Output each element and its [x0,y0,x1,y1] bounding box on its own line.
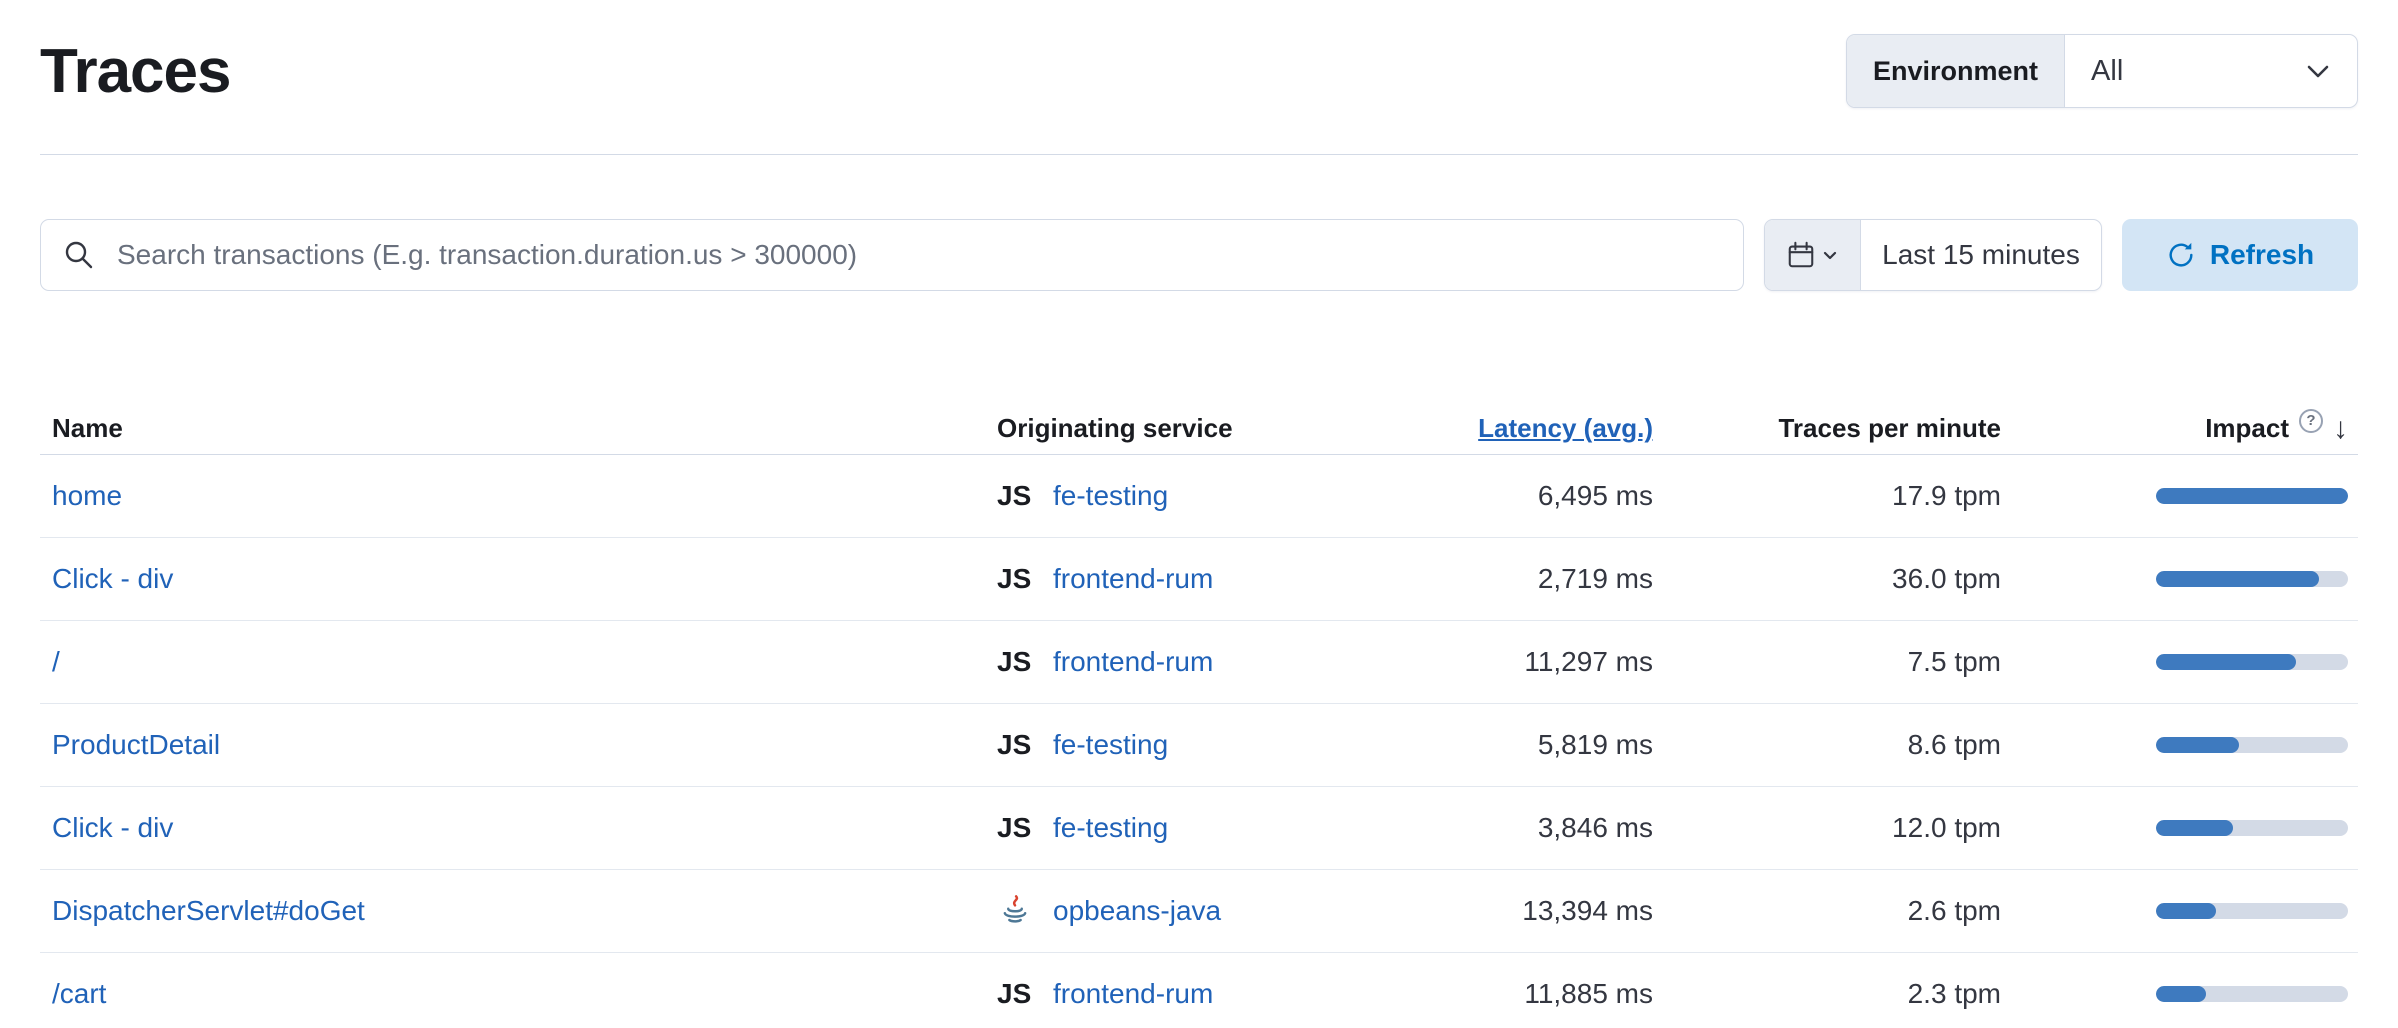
query-bar: Last 15 minutes Refresh [40,219,2358,291]
header-impact-label: Impact [2205,413,2289,444]
search-input[interactable] [40,219,1744,291]
traces-table: Name Originating service Latency (avg.) … [40,403,2358,1028]
table-row: home JS fe-testing 6,495 ms 17.9 tpm [40,455,2358,538]
latency-value: 2,719 ms [1405,563,1653,595]
tpm-value: 7.5 tpm [1653,646,2001,678]
refresh-icon [2166,240,2196,270]
javascript-agent-icon: JS [997,646,1037,678]
transaction-link[interactable]: ProductDetail [52,729,220,760]
table-row: Click - div JS frontend-rum 2,719 ms 36.… [40,538,2358,621]
tpm-value: 12.0 tpm [1653,812,2001,844]
table-row: DispatcherServlet#doGet opbeans-java 13,… [40,870,2358,953]
header-impact[interactable]: Impact ? ↓ [2001,412,2358,446]
latency-value: 5,819 ms [1405,729,1653,761]
date-quick-select-button[interactable] [1765,220,1861,290]
date-range-value[interactable]: Last 15 minutes [1861,220,2101,290]
search-icon [62,238,96,272]
java-icon [997,893,1037,929]
latency-value: 6,495 ms [1405,480,1653,512]
transaction-link[interactable]: /cart [52,978,106,1009]
table-row: ProductDetail JS fe-testing 5,819 ms 8.6… [40,704,2358,787]
page-header: Traces Environment All [40,0,2358,108]
table-row: / JS frontend-rum 11,297 ms 7.5 tpm [40,621,2358,704]
date-picker: Last 15 minutes [1764,219,2102,291]
impact-bar [2156,488,2348,504]
calendar-icon [1786,240,1816,270]
impact-bar [2156,654,2348,670]
service-link[interactable]: fe-testing [1053,812,1168,844]
javascript-agent-icon: JS [997,978,1037,1010]
chevron-down-icon [2301,54,2335,88]
service-link[interactable]: fe-testing [1053,480,1168,512]
javascript-agent-icon: JS [997,812,1037,844]
latency-value: 3,846 ms [1405,812,1653,844]
page-title: Traces [40,36,231,107]
table-row: /cart JS frontend-rum 11,885 ms 2.3 tpm [40,953,2358,1028]
javascript-agent-icon: JS [997,563,1037,595]
service-link[interactable]: fe-testing [1053,729,1168,761]
tpm-value: 2.6 tpm [1653,895,2001,927]
service-link[interactable]: frontend-rum [1053,646,1213,678]
transaction-link[interactable]: / [52,646,60,677]
impact-bar [2156,903,2348,919]
search-bar [40,219,1744,291]
service-link[interactable]: opbeans-java [1053,895,1221,927]
latency-value: 13,394 ms [1405,895,1653,927]
service-link[interactable]: frontend-rum [1053,563,1213,595]
environment-select-value: All [2091,55,2123,88]
tpm-value: 8.6 tpm [1653,729,2001,761]
javascript-agent-icon: JS [997,729,1037,761]
transaction-link[interactable]: Click - div [52,563,173,594]
impact-bar [2156,737,2348,753]
header-originating-service[interactable]: Originating service [985,413,1405,444]
latency-value: 11,885 ms [1405,978,1653,1010]
impact-bar [2156,986,2348,1002]
service-link[interactable]: frontend-rum [1053,978,1213,1010]
tpm-value: 2.3 tpm [1653,978,2001,1010]
impact-help-icon[interactable]: ? [2299,409,2323,433]
table-row: Click - div JS fe-testing 3,846 ms 12.0 … [40,787,2358,870]
tpm-value: 17.9 tpm [1653,480,2001,512]
traces-page: Traces Environment All [0,0,2398,1028]
header-divider [40,154,2358,155]
javascript-agent-icon: JS [997,480,1037,512]
refresh-button[interactable]: Refresh [2122,219,2358,291]
transaction-link[interactable]: DispatcherServlet#doGet [52,895,365,926]
header-traces-per-minute[interactable]: Traces per minute [1653,413,2001,444]
chevron-down-icon [1820,245,1840,265]
environment-filter: Environment All [1846,34,2358,108]
refresh-button-label: Refresh [2210,239,2314,271]
environment-select[interactable]: All [2065,35,2357,107]
tpm-value: 36.0 tpm [1653,563,2001,595]
header-latency[interactable]: Latency (avg.) [1478,413,1653,443]
impact-bar [2156,820,2348,836]
table-header: Name Originating service Latency (avg.) … [40,403,2358,455]
latency-value: 11,297 ms [1405,646,1653,678]
transaction-link[interactable]: Click - div [52,812,173,843]
transaction-link[interactable]: home [52,480,122,511]
impact-bar [2156,571,2348,587]
header-name[interactable]: Name [40,413,985,444]
environment-filter-label: Environment [1847,35,2065,107]
sort-desc-icon: ↓ [2333,412,2348,446]
